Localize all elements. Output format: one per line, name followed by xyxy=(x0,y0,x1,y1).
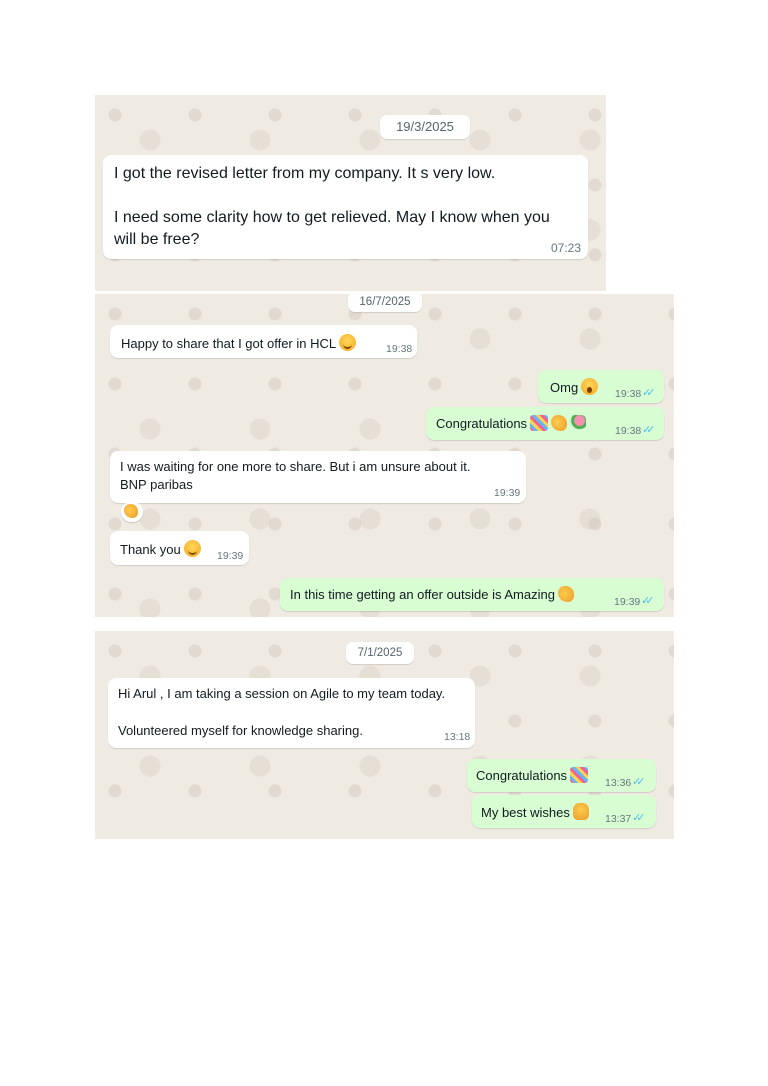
message-time: 13:36 xyxy=(605,777,632,789)
message-text-line: will be free? xyxy=(114,231,200,248)
smiling-face-icon xyxy=(339,334,357,351)
message-text-line: Hi Arul , I am taking a session on Agile… xyxy=(118,686,446,701)
smiling-face-icon xyxy=(183,540,201,557)
clapping-hands-icon xyxy=(557,586,574,602)
message-bubble-incoming[interactable]: Happy to share that I got offer in HCL 1… xyxy=(110,325,417,358)
message-time: 19:39 xyxy=(614,596,641,608)
message-bubble-outgoing[interactable]: Congratulations 19:38 ✓✓ xyxy=(426,407,664,440)
message-text-content: In this time getting an offer outside is… xyxy=(290,587,555,602)
date-separator: 16/7/2025 xyxy=(348,294,422,312)
confetti-icon xyxy=(570,767,589,783)
message-text-line: I need some clarity how to get relieved.… xyxy=(114,209,550,226)
double-check-icon: ✓✓ xyxy=(632,812,646,824)
message-text-line: BNP paribas xyxy=(120,477,193,492)
message-text: Congratulations xyxy=(476,767,589,783)
double-check-icon: ✓✓ xyxy=(641,595,655,607)
date-separator: 7/1/2025 xyxy=(346,642,414,664)
message-text-line: I was waiting for one more to share. But… xyxy=(120,459,471,474)
message-bubble-incoming[interactable]: I was waiting for one more to share. But… xyxy=(110,451,526,503)
chat-panel-3: 7/1/2025 Hi Arul , I am taking a session… xyxy=(95,631,674,839)
message-text: Happy to share that I got offer in HCL xyxy=(121,334,357,351)
message-text-content: Congratulations xyxy=(436,416,528,431)
message-text-content: Omg xyxy=(550,380,579,395)
astonished-face-icon xyxy=(581,378,599,395)
message-time: 19:38 xyxy=(615,388,642,400)
chat-panel-2: 16/7/2025 Happy to share that I got offe… xyxy=(95,294,674,617)
double-check-icon: ✓✓ xyxy=(632,776,646,788)
confetti-icon xyxy=(530,415,549,431)
message-text: Thank you xyxy=(120,540,201,557)
message-bubble-outgoing[interactable]: Congratulations 13:36 ✓✓ xyxy=(467,759,656,792)
message-text: My best wishes xyxy=(481,803,589,820)
message-time: 19:39 xyxy=(217,550,244,562)
bouquet-icon xyxy=(570,415,587,431)
message-bubble-incoming[interactable]: I got the revised letter from my company… xyxy=(103,155,588,259)
message-text: Congratulations xyxy=(436,415,587,431)
message-bubble-outgoing[interactable]: In this time getting an offer outside is… xyxy=(280,578,664,611)
message-text-line: Volunteered myself for knowledge sharing… xyxy=(118,723,363,738)
message-bubble-outgoing[interactable]: My best wishes 13:37 ✓✓ xyxy=(472,795,656,828)
message-text: Omg xyxy=(550,378,599,395)
message-time: 13:18 xyxy=(444,731,471,743)
message-text: In this time getting an offer outside is… xyxy=(290,586,574,602)
message-bubble-incoming[interactable]: Thank you 19:39 xyxy=(110,531,249,565)
clapping-hands-icon xyxy=(124,504,138,518)
message-text-content: Happy to share that I got offer in HCL xyxy=(121,336,337,351)
clapping-hands-icon xyxy=(551,415,568,431)
date-separator: 19/3/2025 xyxy=(380,115,470,139)
message-time: 19:39 xyxy=(494,487,521,499)
message-bubble-outgoing[interactable]: Omg 19:38 ✓✓ xyxy=(538,370,664,403)
message-text-line: I got the revised letter from my company… xyxy=(114,165,496,182)
message-time: 19:38 xyxy=(386,343,413,355)
message-reaction[interactable] xyxy=(121,502,143,522)
message-text-content: My best wishes xyxy=(481,805,570,820)
double-check-icon: ✓✓ xyxy=(642,424,656,436)
message-text-content: Thank you xyxy=(120,542,181,557)
message-time: 19:38 xyxy=(615,425,642,437)
message-bubble-incoming[interactable]: Hi Arul , I am taking a session on Agile… xyxy=(108,678,475,748)
message-time: 07:23 xyxy=(551,241,582,255)
message-time: 13:37 xyxy=(605,813,632,825)
chat-panel-1: 19/3/2025 I got the revised letter from … xyxy=(95,95,606,291)
thumbs-up-icon xyxy=(572,803,589,820)
message-text-content: Congratulations xyxy=(476,768,568,783)
double-check-icon: ✓✓ xyxy=(642,387,656,399)
